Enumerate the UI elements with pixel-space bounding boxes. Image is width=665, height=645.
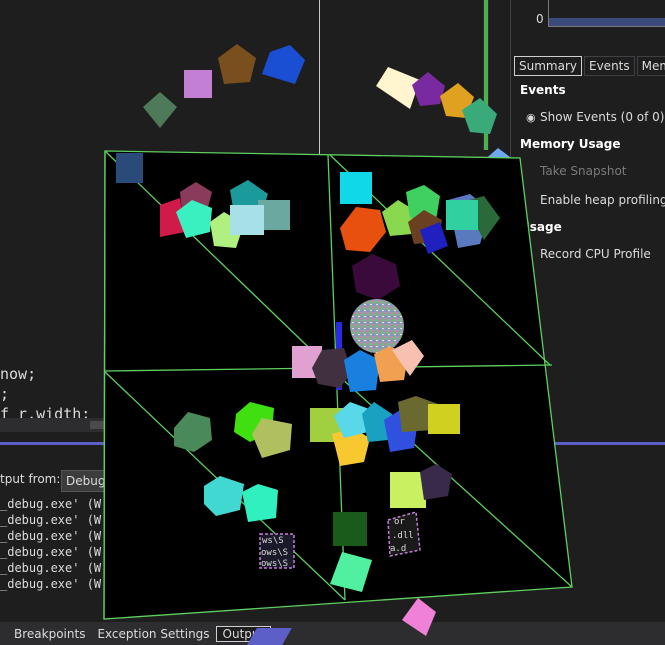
cube — [446, 200, 478, 230]
cube — [262, 45, 305, 84]
cube — [184, 70, 212, 98]
cube — [242, 484, 278, 522]
physics-scene-window[interactable]: ws\S ows\S ows\S or .dll a.d — [0, 0, 665, 645]
text-cube-line: or — [394, 517, 405, 527]
text-cube-line: ows\S — [261, 548, 288, 558]
cube — [143, 92, 177, 128]
cube — [402, 598, 436, 636]
cube — [390, 472, 426, 508]
cube — [412, 72, 445, 106]
cube — [428, 404, 460, 434]
cube — [230, 205, 264, 235]
text-cube-line: ows\S — [261, 559, 288, 569]
text-cube-line: a.d — [390, 544, 406, 554]
cube — [116, 153, 143, 183]
cube — [218, 44, 256, 84]
text-cube-left: ws\S ows\S ows\S — [259, 533, 295, 569]
text-cube-line: .dll — [392, 531, 414, 541]
noise-sphere — [350, 299, 404, 353]
cube — [333, 512, 367, 546]
cube — [340, 172, 372, 204]
text-cube-line: ws\S — [262, 536, 284, 546]
